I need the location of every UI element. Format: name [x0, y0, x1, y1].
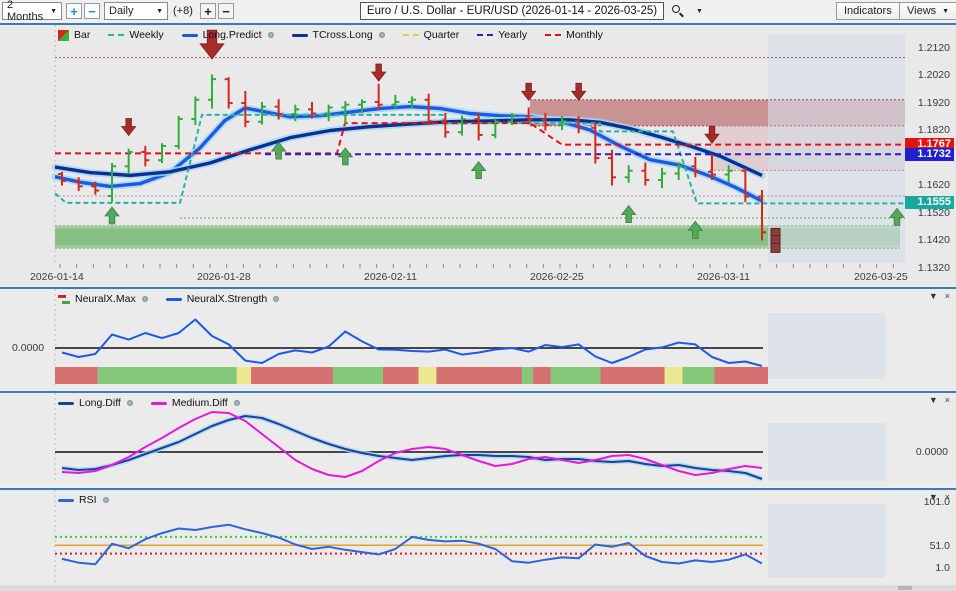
legend-label: Long.Diff	[79, 397, 121, 409]
rsi-legend: RSI	[58, 494, 109, 506]
date-axis-label: 2026-02-25	[530, 271, 584, 283]
series-settings-dot[interactable]	[379, 32, 385, 38]
toolbar: 2 Months ▼ + − Daily ▼ (+8) + − Euro / U…	[0, 0, 956, 23]
views-button[interactable]: Views ▼	[899, 2, 956, 20]
bar-swatch-icon	[58, 30, 69, 41]
neuralx-legend: NeuralX.Max NeuralX.Strength	[58, 293, 279, 305]
legend-label: Quarter	[424, 29, 460, 41]
rsi-axis-label: 1.0	[935, 562, 950, 574]
legend-label: Weekly	[129, 29, 163, 41]
rsi-axis-label: 51.0	[930, 540, 950, 552]
legend-label: Bar	[74, 29, 90, 41]
series-settings-dot[interactable]	[273, 296, 279, 302]
line-swatch-icon	[151, 402, 167, 405]
legend-label: NeuralX.Strength	[187, 293, 268, 305]
legend-label: NeuralX.Max	[75, 293, 136, 305]
series-settings-dot[interactable]	[268, 32, 274, 38]
line-swatch-icon	[166, 298, 182, 301]
legend-item-long-diff[interactable]: Long.Diff	[58, 397, 133, 409]
range-select[interactable]: 2 Months ▼	[2, 2, 62, 20]
legend-item-weekly[interactable]: Weekly	[108, 29, 163, 41]
chevron-down-icon: ▼	[942, 8, 949, 15]
line-swatch-icon	[182, 34, 198, 37]
price-axis-label: 1.1620	[918, 179, 950, 191]
line-swatch-icon	[292, 34, 308, 37]
neuralx-zero-label: 0.0000	[12, 342, 44, 354]
price-axis-label: 1.1820	[918, 124, 950, 136]
range-select-value: 2 Months	[7, 0, 44, 23]
panel-close-button[interactable]: ×	[945, 291, 950, 301]
price-badge: 1.1555	[905, 196, 954, 209]
legend-item-quarter[interactable]: Quarter	[403, 29, 460, 41]
neural-swatch-icon	[58, 295, 70, 304]
neuralx-pane[interactable]: NeuralX.Max NeuralX.Strength ▼ × 0.0000	[0, 289, 956, 391]
legend-label: Yearly	[498, 29, 527, 41]
price-chart-pane[interactable]: Bar Weekly Long.Predict TCross.Long Quarter Y…	[0, 25, 956, 287]
price-axis-label: 1.1920	[918, 97, 950, 109]
price-axis-label: 1.2020	[918, 69, 950, 81]
dash-swatch-icon	[403, 34, 419, 36]
legend-item-yearly[interactable]: Yearly	[477, 29, 527, 41]
legend-label: Long.Predict	[203, 29, 262, 41]
legend-item-rsi[interactable]: RSI	[58, 494, 109, 506]
panel-collapse-button[interactable]: ▼	[929, 291, 938, 301]
period-select[interactable]: Daily ▼	[104, 2, 168, 20]
scrollbar-thumb[interactable]	[898, 586, 912, 590]
legend-label: RSI	[79, 494, 97, 506]
panel-close-button[interactable]: ×	[945, 492, 950, 502]
line-swatch-icon	[58, 499, 74, 502]
period-select-value: Daily	[109, 5, 133, 17]
range-zoom-in-button[interactable]: +	[66, 3, 82, 19]
rsi-canvas[interactable]	[0, 490, 956, 585]
diff-pane[interactable]: Long.Diff Medium.Diff ▼ × 0.0000	[0, 393, 956, 487]
legend-item-medium-diff[interactable]: Medium.Diff	[151, 397, 240, 409]
legend-label: Medium.Diff	[172, 397, 228, 409]
legend-item-neuralx-strength[interactable]: NeuralX.Strength	[166, 293, 280, 305]
legend-item-tcross-long[interactable]: TCross.Long	[292, 29, 385, 41]
date-axis-label: 2026-02-11	[364, 271, 417, 283]
chevron-down-icon: ▼	[156, 8, 163, 15]
line-swatch-icon	[58, 402, 74, 405]
diff-zero-label: 0.0000	[916, 446, 948, 458]
legend-item-bar[interactable]: Bar	[58, 29, 90, 41]
series-settings-dot[interactable]	[127, 400, 133, 406]
diff-legend: Long.Diff Medium.Diff	[58, 397, 240, 409]
price-badge: 1.1732	[905, 148, 954, 161]
rsi-pane[interactable]: RSI ▼ × 101.051.01.0	[0, 490, 956, 585]
add-bar-button[interactable]: +	[200, 3, 216, 19]
legend-label: TCross.Long	[313, 29, 373, 41]
legend-item-long-predict[interactable]: Long.Predict	[182, 29, 274, 41]
panel-close-button[interactable]: ×	[945, 395, 950, 405]
date-axis-label: 2026-01-14	[30, 271, 84, 283]
date-axis-label: 2026-03-11	[697, 271, 750, 283]
series-settings-dot[interactable]	[234, 400, 240, 406]
price-axis-label: 1.1420	[918, 234, 950, 246]
chevron-down-icon: ▼	[50, 8, 57, 15]
search-icon[interactable]	[671, 4, 684, 22]
series-settings-dot[interactable]	[142, 296, 148, 302]
date-axis-label: 2026-03-25	[854, 271, 908, 283]
legend-label: Monthly	[566, 29, 603, 41]
dash-swatch-icon	[108, 34, 124, 36]
panel-collapse-button[interactable]: ▼	[929, 492, 938, 502]
panel-collapse-button[interactable]: ▼	[929, 395, 938, 405]
date-axis-label: 2026-01-28	[197, 271, 251, 283]
horizontal-scrollbar[interactable]	[0, 585, 956, 591]
legend-item-monthly[interactable]: Monthly	[545, 29, 603, 41]
price-chart-canvas[interactable]	[0, 25, 956, 287]
price-axis-label: 1.2120	[918, 42, 950, 54]
price-legend: Bar Weekly Long.Predict TCross.Long Quarter Y…	[58, 29, 603, 41]
symbol-title: Euro / U.S. Dollar - EUR/USD (2026-01-14…	[360, 2, 664, 20]
bars-added-label: (+8)	[173, 5, 193, 23]
remove-bar-button[interactable]: −	[218, 3, 234, 19]
legend-item-neuralx-max[interactable]: NeuralX.Max	[58, 293, 148, 305]
price-axis-label: 1.1320	[918, 262, 950, 274]
dash-swatch-icon	[477, 34, 493, 36]
series-settings-dot[interactable]	[103, 497, 109, 503]
dash-swatch-icon	[545, 34, 561, 36]
range-zoom-out-button[interactable]: −	[84, 3, 100, 19]
